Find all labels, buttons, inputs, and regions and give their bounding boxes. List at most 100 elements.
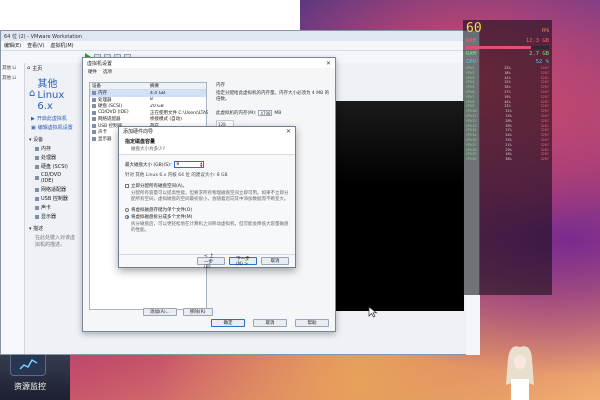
tab-options[interactable]: 选项 [103, 69, 112, 75]
multi-file-option[interactable]: 将虚拟磁盘拆分成多个文件(M) [125, 214, 289, 220]
hardware-row[interactable]: 内存 4.4 GB [90, 90, 206, 97]
vm-home-icon: ⌂ [29, 88, 36, 99]
allocate-all-description: 分配所有容量可以提高性能，但要求所有物理磁盘空间立即可用。如果不立即分配所有空间… [131, 191, 289, 202]
device-network[interactable]: 网络适配器 [25, 185, 85, 194]
device-display[interactable]: 显示器 [25, 212, 85, 221]
menu-bar: 编辑(E) 查看(V) 虚拟机(M) [1, 41, 479, 51]
cancel-button[interactable]: 取消 [253, 319, 287, 327]
disk-size-row: 最大磁盘大小 (GB)(S): 8 ▲ ▼ [125, 161, 289, 168]
vm-name: ⌂ 其他 Linux 6.x [25, 73, 85, 114]
hardware-device-icon [92, 110, 96, 115]
disk-size-input[interactable]: 8 ▲ ▼ [174, 161, 205, 168]
hardware-summary-cell: 4.4 GB [150, 90, 166, 96]
allocate-all-checkbox[interactable] [125, 183, 129, 188]
memory-input[interactable]: 4708 [258, 110, 273, 116]
device-label: CD/DVD (IDE) [41, 172, 62, 184]
column-device[interactable]: 设备 [92, 83, 150, 89]
ok-button[interactable]: 确定 [211, 319, 245, 327]
add-hardware-button[interactable]: 添加(A)... [143, 308, 177, 316]
menu-view[interactable]: 查看(V) [27, 42, 44, 49]
device-sound[interactable]: 声卡 [25, 203, 85, 212]
ram-bar [466, 46, 549, 49]
ram-label: RAM [466, 38, 476, 44]
hardware-device-cell: 处理器 [92, 97, 150, 103]
hardware-device-icon [92, 136, 96, 141]
hardware-row[interactable]: CD/DVD (IDE) 正在使用文件 C:\Users\LTASR\... [90, 110, 208, 117]
vm-console-screen[interactable] [336, 101, 464, 311]
hardware-device-icon [92, 97, 96, 102]
menu-edit[interactable]: 编辑(E) [4, 42, 21, 49]
description-heading: ▾ 描述 [29, 226, 44, 232]
memory-description: 指定分配给此虚拟机的内存量。内存大小必须为 4 MB 的倍数。 [216, 91, 330, 102]
single-file-option[interactable]: 将虚拟磁盘存储为单个文件(O) [125, 207, 289, 213]
device-processor[interactable]: 处理器 [25, 153, 85, 162]
disk-size-value: 8 [176, 162, 180, 167]
device-memory[interactable]: 内存 [25, 144, 85, 153]
play-icon: ▶ [31, 115, 35, 122]
wizard-header: 指定磁盘容量 磁盘大小为多少? [119, 136, 295, 155]
home-icon: ⌂ [27, 65, 31, 71]
cpu-value: 52 % [535, 59, 549, 65]
allocate-all-label: 立即分配所有磁盘空间(A)。 [131, 184, 188, 189]
mouse-cursor-icon [368, 306, 378, 318]
close-icon[interactable]: ✕ [286, 128, 291, 135]
device-harddisk[interactable]: 硬盘 (SCSI) [25, 162, 85, 171]
help-button[interactable]: 帮助 [295, 319, 329, 327]
settings-footer: 确定 取消 帮助 [211, 319, 329, 327]
allocate-all-option[interactable]: 立即分配所有磁盘空间(A)。 [125, 183, 289, 189]
device-usb[interactable]: USB 控制器 [25, 194, 85, 203]
column-summary[interactable]: 摘要 [150, 83, 208, 89]
cpu-core-list: CPU1 23% 3287 CPU2 18% 3287 CPU3 41% 3287 CPU4 12%… [463, 66, 552, 162]
fps-value: 60 [466, 21, 482, 36]
hardware-device-icon [92, 104, 96, 109]
hardware-device-icon [92, 123, 96, 128]
hardware-device-name: 硬盘 (SCSI) [98, 104, 123, 110]
device-label: 声卡 [41, 205, 52, 211]
tab-home[interactable]: ⌂ 主页 [25, 63, 85, 73]
processor-icon [35, 155, 39, 160]
cpu-core-row: CPU20 38% 3287 [463, 157, 552, 162]
next-button[interactable]: 下一步(N) > [229, 257, 257, 267]
sidebar-item-vm-1[interactable]: 其他 Li [1, 63, 24, 73]
hardware-device-icon [92, 91, 96, 96]
hardware-device-name: 显示器 [98, 136, 112, 142]
cpu-readout: CPU 52 % [463, 58, 552, 66]
sidebar-item-vm-2[interactable]: 其他 Li [1, 73, 24, 83]
display-icon [35, 214, 39, 219]
memory-label: 此虚拟机的内存(M): [216, 111, 257, 116]
hardware-device-name: CD/DVD (IDE) [98, 110, 129, 116]
desktop-blank-area [0, 0, 300, 30]
recommended-size: 针对 其他 Linux 6.x 内核 64 位 的建议大小: 8 GB [125, 173, 228, 178]
fps-label: FPS [541, 28, 549, 33]
wizard-heading: 指定磁盘容量 [125, 139, 156, 145]
remove-hardware-button[interactable]: 移除(R) [182, 308, 213, 316]
cpu-core-clock: 3287 [540, 157, 549, 162]
ram-value: 12.3 GB [525, 38, 549, 44]
menu-vm[interactable]: 虚拟机(M) [50, 42, 73, 49]
cpu-core-percent: 38% [505, 157, 512, 162]
wizard-title: 添加硬件向导 [123, 129, 154, 135]
power-on-link[interactable]: ▶ 开启此虚拟机 [25, 114, 85, 123]
wizard-cancel-button[interactable]: 取消 [261, 257, 289, 265]
hardware-row[interactable]: 处理器 8 [90, 97, 206, 104]
single-file-radio[interactable] [125, 207, 129, 212]
memory-row: 此虚拟机的内存(M): 4708 MB [216, 110, 331, 116]
close-icon[interactable]: ✕ [326, 60, 331, 67]
hardware-row[interactable]: 网络适配器 桥接模式 (自动) [90, 116, 206, 123]
spinner-icon[interactable]: ▲ ▼ [200, 161, 202, 168]
edit-settings-link[interactable]: ▣ 编辑虚拟机设置 [25, 123, 85, 132]
hardware-device-name: 网络适配器 [98, 117, 121, 123]
device-cdrom[interactable]: CD/DVD (IDE) [25, 171, 85, 185]
description-text[interactable]: 在此处键入对该虚拟机的描述。 [25, 233, 85, 249]
resource-monitor-label[interactable]: 资源监控 [14, 381, 46, 392]
back-button[interactable]: < 上一步(B) [197, 254, 225, 270]
window-title: 64 位 (2) - VMware Workstation [4, 33, 82, 40]
network-icon [35, 187, 39, 192]
ram2-readout: RAM 2.7 GB [463, 50, 552, 58]
devices-heading-text: 设备 [33, 137, 44, 143]
multi-file-radio[interactable] [125, 214, 129, 219]
hardware-row[interactable]: 硬盘 (SCSI) 20 GB [90, 103, 206, 110]
tab-hardware[interactable]: 硬件 [88, 69, 97, 75]
hardware-device-cell: 网络适配器 [92, 116, 150, 122]
hardware-device-name: 处理器 [98, 97, 112, 103]
